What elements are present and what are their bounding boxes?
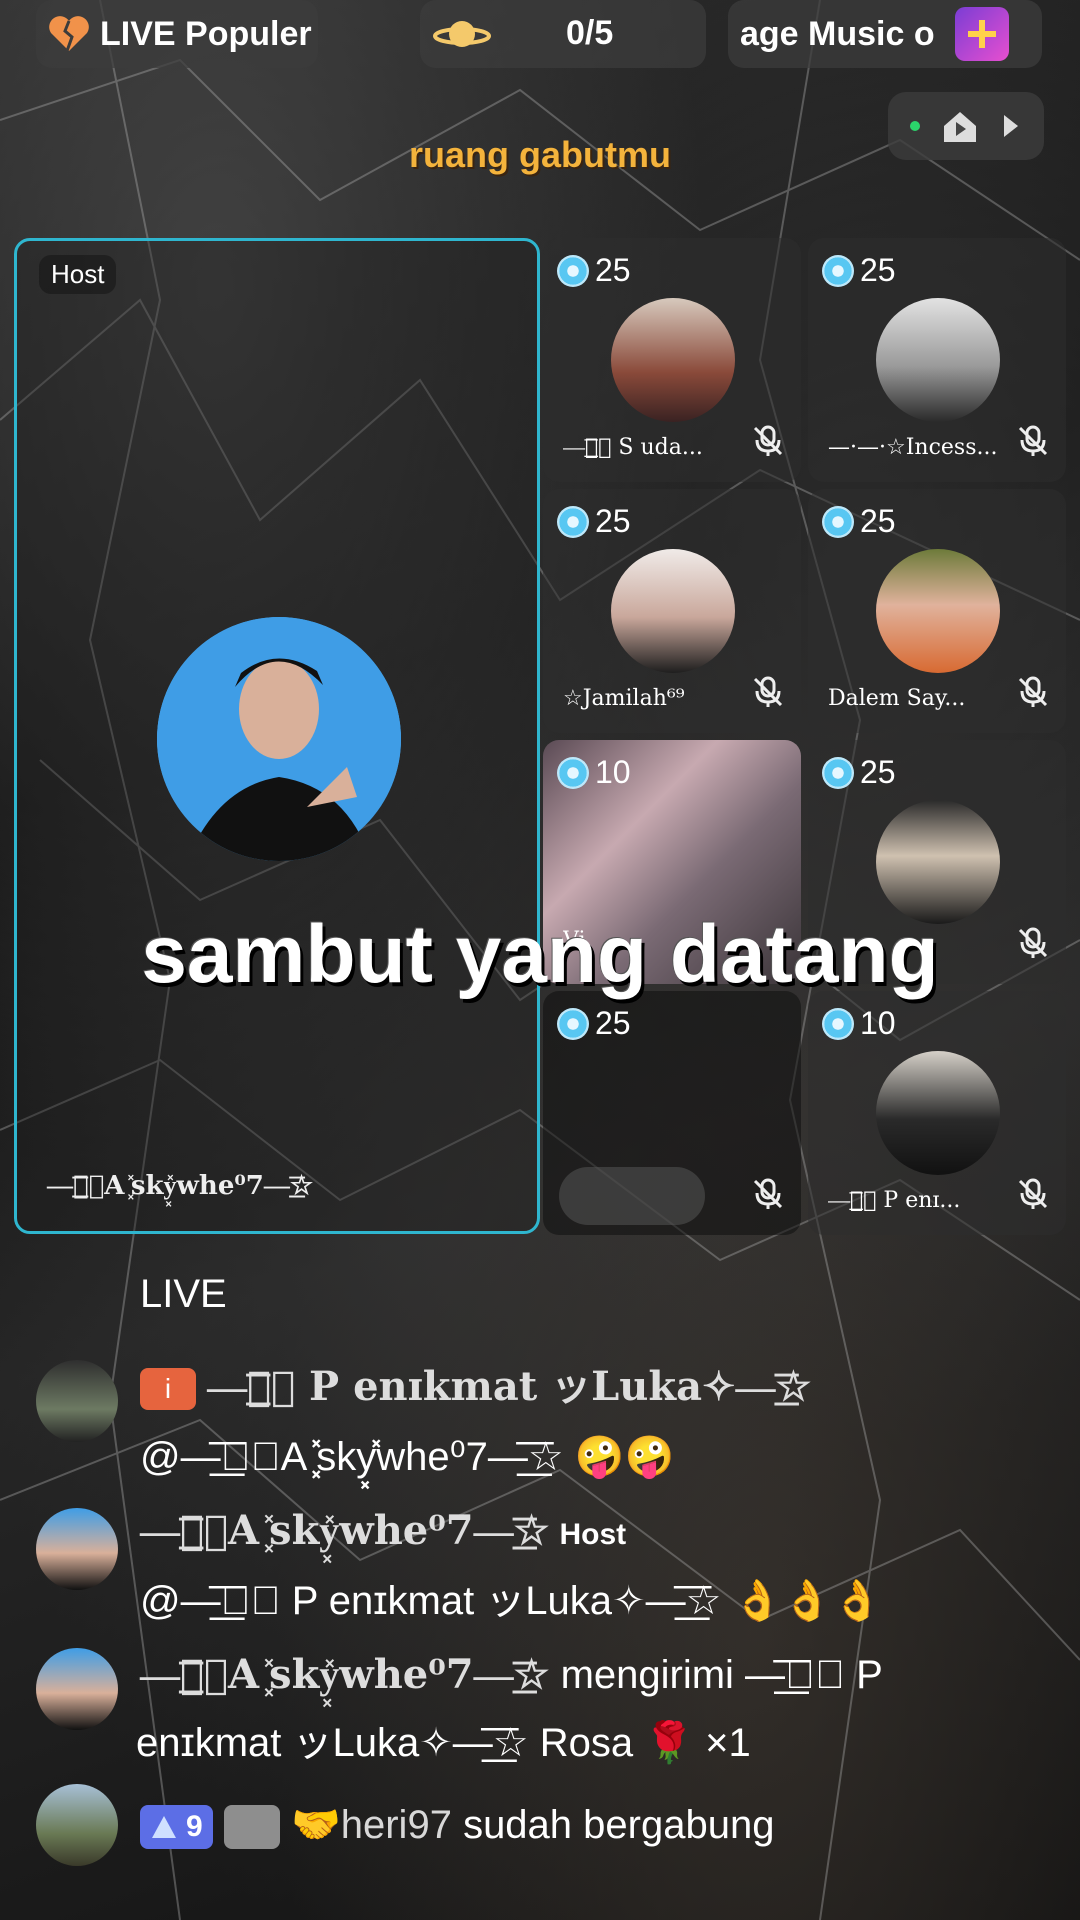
seat-1[interactable]: 25 —͟͟͞☆⃝ S uda...	[543, 238, 801, 482]
seat-score-value: 25	[860, 252, 896, 288]
chat-avatar[interactable]	[36, 1508, 118, 1590]
seat-7[interactable]: 25	[543, 991, 801, 1235]
chat-body: sudah bergabung	[463, 1803, 775, 1847]
mic-off-icon	[1018, 676, 1048, 707]
seat-score: 25	[822, 754, 896, 791]
chat-message[interactable]: i —͟͟͞☆⃝ P enɪkmat ッLuka✧—͟͟͞☆ @—͟͟͞☆⃝A …	[36, 1352, 1046, 1502]
music-label: age Music o	[740, 14, 935, 53]
seat-score: 10	[822, 1005, 896, 1042]
planet-icon	[433, 21, 491, 47]
welcome-banner: sambut yang datang	[141, 909, 939, 1000]
seat-score: 25	[557, 503, 631, 540]
chat-body: @—͟͟͞☆⃝A ͓̽sky͓̽whe⁰7—͟͟͞☆ 🤪🤪	[140, 1435, 675, 1479]
mic-off-icon	[1018, 1178, 1048, 1209]
level-badge: i	[140, 1368, 196, 1411]
chat-username[interactable]: 🤝heri97	[291, 1803, 452, 1847]
seat-score: 25	[557, 1005, 631, 1042]
seat-name: —·—·☆Incess...	[828, 435, 998, 460]
mic-off-icon	[753, 676, 783, 707]
chat-avatar[interactable]	[36, 1360, 118, 1442]
gem-icon	[557, 1007, 589, 1040]
seat-score-value: 25	[595, 503, 631, 539]
chat-avatar[interactable]	[36, 1648, 118, 1730]
fan-badge	[223, 1805, 280, 1850]
chat-message[interactable]: —͟͟͞☆⃝A ͓̽sky͓̽whe⁰7—͟͟͞☆ Host @—͟͟͞☆⃝ P …	[36, 1496, 1046, 1636]
triangle-rank-icon	[152, 1816, 176, 1839]
chat-body: mengirimi —͟͟͞☆⃝ P	[560, 1653, 883, 1697]
seat-name: —͟͟͞☆⃝ S uda...	[563, 435, 703, 460]
broken-heart-icon	[49, 16, 89, 52]
seat-4[interactable]: 25 Dalem Say...	[808, 489, 1066, 733]
chat-body-continued: enɪkmat ッLuka✧—͟͟͞☆ Rosa 🌹 ×1	[136, 1721, 751, 1765]
seat-8[interactable]: 10 —͟͟͞☆⃝ P enɪ...	[808, 991, 1066, 1235]
gem-icon	[557, 254, 589, 287]
live-popular-button[interactable]: LIVE Populer	[36, 0, 318, 68]
seat-avatar[interactable]	[876, 1051, 1000, 1175]
seat-score-value: 25	[595, 252, 631, 288]
host-avatar[interactable]	[157, 617, 401, 861]
level-value: 9	[186, 1810, 203, 1844]
chat-line: —͟͟͞☆⃝A ͓̽sky͓̽whe⁰7—͟͟͞☆ Host	[140, 1496, 626, 1570]
gift-box-icon	[954, 7, 1009, 61]
chat-username[interactable]: —͟͟͞☆⃝ P enɪkmat ッLuka✧—͟͟͞☆	[207, 1363, 811, 1410]
join-notice[interactable]: 9 🤝heri97 sudah bergabung	[36, 1784, 1046, 1884]
chat-line: —͟͟͞☆⃝A ͓̽sky͓̽whe⁰7—͟͟͞☆ mengirimi —͟͟͞…	[140, 1640, 883, 1710]
seat-avatar[interactable]	[876, 298, 1000, 422]
seat-avatar[interactable]	[876, 800, 1000, 924]
gem-icon	[822, 1007, 854, 1040]
host-name: —͟͟͞☆⃝A ͓̽sky͓̽whe⁰7—͟͟͞☆	[47, 1171, 314, 1201]
seat-avatar[interactable]	[876, 549, 1000, 673]
gem-icon	[822, 756, 854, 789]
mic-off-icon	[753, 1178, 783, 1209]
gem-icon	[557, 505, 589, 538]
seat-3[interactable]: 25 ☆Jamilah⁶⁹	[543, 489, 801, 733]
top-bar: LIVE Populer 0/5 age Music o	[0, 0, 1080, 70]
chat-body: @—͟͟͞☆⃝ P enɪkmat ッLuka✧—͟͟͞☆ 👌👌👌	[140, 1579, 882, 1623]
seat-score: 25	[557, 252, 631, 289]
chat-line: 9 🤝heri97 sudah bergabung	[140, 1790, 774, 1860]
seat-name: Dalem Say...	[828, 686, 966, 711]
seat-score-value: 25	[860, 503, 896, 539]
seat-score: 10	[557, 754, 631, 791]
chat-username[interactable]: —͟͟͞☆⃝A ͓̽sky͓̽whe⁰7—͟͟͞☆	[140, 1651, 549, 1698]
seat-score-value: 25	[860, 754, 896, 790]
level-badge: 9	[140, 1805, 213, 1850]
room-title: ruang gabutmu	[409, 134, 671, 175]
chat-line: i —͟͟͞☆⃝ P enɪkmat ッLuka✧—͟͟͞☆	[140, 1352, 811, 1422]
planet-counter-pill[interactable]: 0/5	[420, 0, 706, 68]
music-button[interactable]: age Music o	[728, 0, 1042, 68]
host-badge: Host	[559, 1518, 627, 1551]
task-counter: 0/5	[566, 14, 614, 52]
seat-score-value: 10	[860, 1005, 896, 1041]
seat-avatar[interactable]	[611, 549, 735, 673]
gem-icon	[822, 505, 854, 538]
seat-avatar[interactable]	[611, 298, 735, 422]
chat-message[interactable]: —͟͟͞☆⃝A ͓̽sky͓̽whe⁰7—͟͟͞☆ mengirimi —͟͟͞…	[36, 1640, 1046, 1780]
mic-off-icon	[753, 425, 783, 456]
live-popular-label: LIVE Populer	[100, 14, 312, 53]
chat-avatar[interactable]	[36, 1784, 118, 1866]
host-tag: Host	[39, 255, 117, 294]
mic-off-icon	[1018, 425, 1048, 456]
status-dot-icon	[910, 121, 920, 131]
seat-score-value: 25	[595, 1005, 631, 1041]
gem-icon	[822, 254, 854, 287]
seat-2[interactable]: 25 —·—·☆Incess...	[808, 238, 1066, 482]
seat-name: —͟͟͞☆⃝ P enɪ...	[828, 1188, 961, 1213]
seat-score-value: 10	[595, 754, 631, 790]
gem-icon	[557, 756, 589, 789]
seat-score: 25	[822, 503, 896, 540]
chat-live-label: LIVE	[140, 1272, 227, 1316]
chat-username[interactable]: —͟͟͞☆⃝A ͓̽sky͓̽whe⁰7—͟͟͞☆	[140, 1507, 549, 1554]
seat-name: ☆Jamilah⁶⁹	[563, 686, 685, 711]
host-seat[interactable]: Host —͟͟͞☆⃝A ͓̽sky͓̽whe⁰7—͟͟͞☆	[14, 238, 540, 1234]
seat-name-placeholder	[559, 1167, 705, 1225]
seat-score: 25	[822, 252, 896, 289]
